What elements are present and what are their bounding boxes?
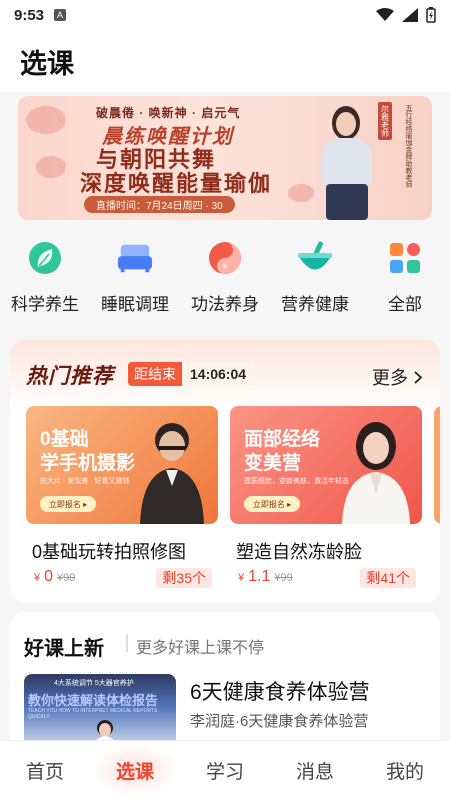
promo-banner[interactable]: 破晨倦 · 唤新神 · 启元气 晨练唤醒计划 与朝阳共舞 深度唤醒能量瑜伽 直播…	[18, 96, 432, 220]
instructor-photo	[140, 423, 204, 524]
course-name: 0基础玩转拍照修图	[32, 542, 187, 562]
tab-profile[interactable]: 我的	[360, 741, 450, 800]
countdown-timer: 距结束 14:06:04	[128, 362, 255, 386]
category-sleep[interactable]: 睡眠调理	[90, 240, 180, 318]
new-courses-subtitle: 更多好课上课不停	[136, 640, 265, 657]
thumb-signup-button: 立即报名 ▸	[40, 496, 96, 512]
more-label: 更多	[372, 368, 408, 388]
remaining-badge: 剩35个	[156, 568, 212, 588]
signal-icon	[402, 8, 418, 22]
course-card[interactable]: 面部经络 变美营 摸筋瘦脸，逆龄美肤，激活年轻态 立即报名 ▸ 塑造自然冻龄脸 ¥…	[230, 406, 422, 594]
petal-decoration	[288, 184, 314, 202]
new-courses-title: 好课上新	[24, 638, 104, 660]
banner-teacher-tag: 尔雅老师	[378, 102, 392, 140]
tab-messages[interactable]: 消息	[270, 741, 360, 800]
category-label: 科学养生	[11, 295, 79, 314]
category-all[interactable]: 全部	[360, 240, 450, 318]
status-bar: 9:53 A	[0, 0, 450, 30]
countdown-label: 距结束	[128, 362, 182, 386]
leaf-icon	[27, 240, 63, 276]
more-link[interactable]: 更多	[372, 364, 422, 390]
course-name: 塑造自然冻龄脸	[236, 542, 362, 562]
course-price: ¥ 0 ¥99	[34, 568, 76, 585]
tab-home[interactable]: 首页	[0, 741, 90, 800]
original-price: ¥99	[57, 572, 76, 584]
course-thumbnail: 0基础 学手机摄影 拍大片 · 发现美 · 好看又赚钱 立即报名 ▸	[26, 406, 218, 524]
thumb-title: 0基础 学手机摄影	[40, 429, 136, 474]
new-courses-section: 好课上新 更多好课上课不停 4大系统调节 5大器官养护 教你快速解读体检报告 T…	[10, 612, 440, 752]
category-label: 睡眠调理	[101, 295, 169, 314]
course-card[interactable]: 0基础 学手机摄影 拍大片 · 发现美 · 好看又赚钱 立即报名 ▸ 0基础玩转拍…	[26, 406, 218, 594]
thumb-title: 面部经络 变美营	[244, 429, 321, 474]
tab-courses[interactable]: 选课	[90, 741, 180, 800]
new-course-desc: 李润庭·6天健康食养体验营	[190, 713, 369, 730]
category-label: 功法养身	[191, 295, 259, 314]
bottom-tab-bar: 首页 选课 学习 消息 我的	[0, 740, 450, 800]
category-exercise[interactable]: 功法养身	[180, 240, 270, 318]
page-title: 选课	[20, 49, 74, 79]
thumb-subtitle: 摸筋瘦脸，逆龄美肤，激活年轻态	[244, 478, 349, 485]
petal-decoration	[26, 106, 66, 134]
category-science-health[interactable]: 科学养生	[0, 240, 90, 318]
countdown-time: 14:06:04	[182, 362, 255, 386]
battery-icon	[426, 7, 436, 23]
chevron-right-icon	[414, 370, 422, 384]
course-card-peek[interactable]	[434, 406, 440, 524]
grid-icon	[387, 240, 423, 276]
petal-decoration	[36, 156, 66, 178]
remaining-badge: 剩41个	[360, 568, 416, 588]
new-course-name[interactable]: 6天健康食养体验营	[190, 676, 370, 706]
banner-tagline: 破晨倦 · 唤新神 · 启元气	[96, 106, 241, 120]
bed-icon	[117, 240, 153, 276]
course-price: ¥ 1.1 ¥99	[238, 568, 293, 585]
yinyang-icon	[207, 240, 243, 276]
hot-section: 热门推荐 距结束 14:06:04 更多 0基础 学手机摄影 拍大片 · 发现美 …	[10, 340, 440, 602]
status-icons	[376, 7, 436, 23]
banner-headline-2: 深度唤醒能量瑜伽	[80, 171, 273, 196]
category-row: 科学养生 睡眠调理 功法养身 营养健康 全部	[0, 240, 450, 318]
course-thumbnail: 面部经络 变美营 摸筋瘦脸，逆龄美肤，激活年轻态 立即报名 ▸	[230, 406, 422, 524]
category-label: 营养健康	[281, 295, 349, 314]
banner-teacher-photo	[316, 104, 378, 220]
banner-live-time: 直播时间：7月24日周四 · 30	[84, 196, 235, 213]
bowl-icon	[297, 240, 333, 276]
category-label: 全部	[388, 295, 422, 314]
original-price: ¥99	[274, 572, 293, 584]
tab-study[interactable]: 学习	[180, 741, 270, 800]
thumb-signup-button: 立即报名 ▸	[244, 496, 300, 512]
status-time: 9:53	[14, 6, 45, 24]
page-header: 选课	[0, 30, 450, 92]
thumb-subtitle: 拍大片 · 发现美 · 好看又赚钱	[40, 478, 130, 485]
instructor-photo	[342, 422, 410, 524]
category-nutrition[interactable]: 营养健康	[270, 240, 360, 318]
wifi-icon	[376, 8, 394, 21]
divider	[126, 634, 128, 652]
notification-icon: A	[54, 9, 67, 21]
banner-teacher-desc: 五行经络瑜伽金牌助教老师	[405, 104, 412, 188]
hot-section-title: 热门推荐	[26, 365, 114, 388]
